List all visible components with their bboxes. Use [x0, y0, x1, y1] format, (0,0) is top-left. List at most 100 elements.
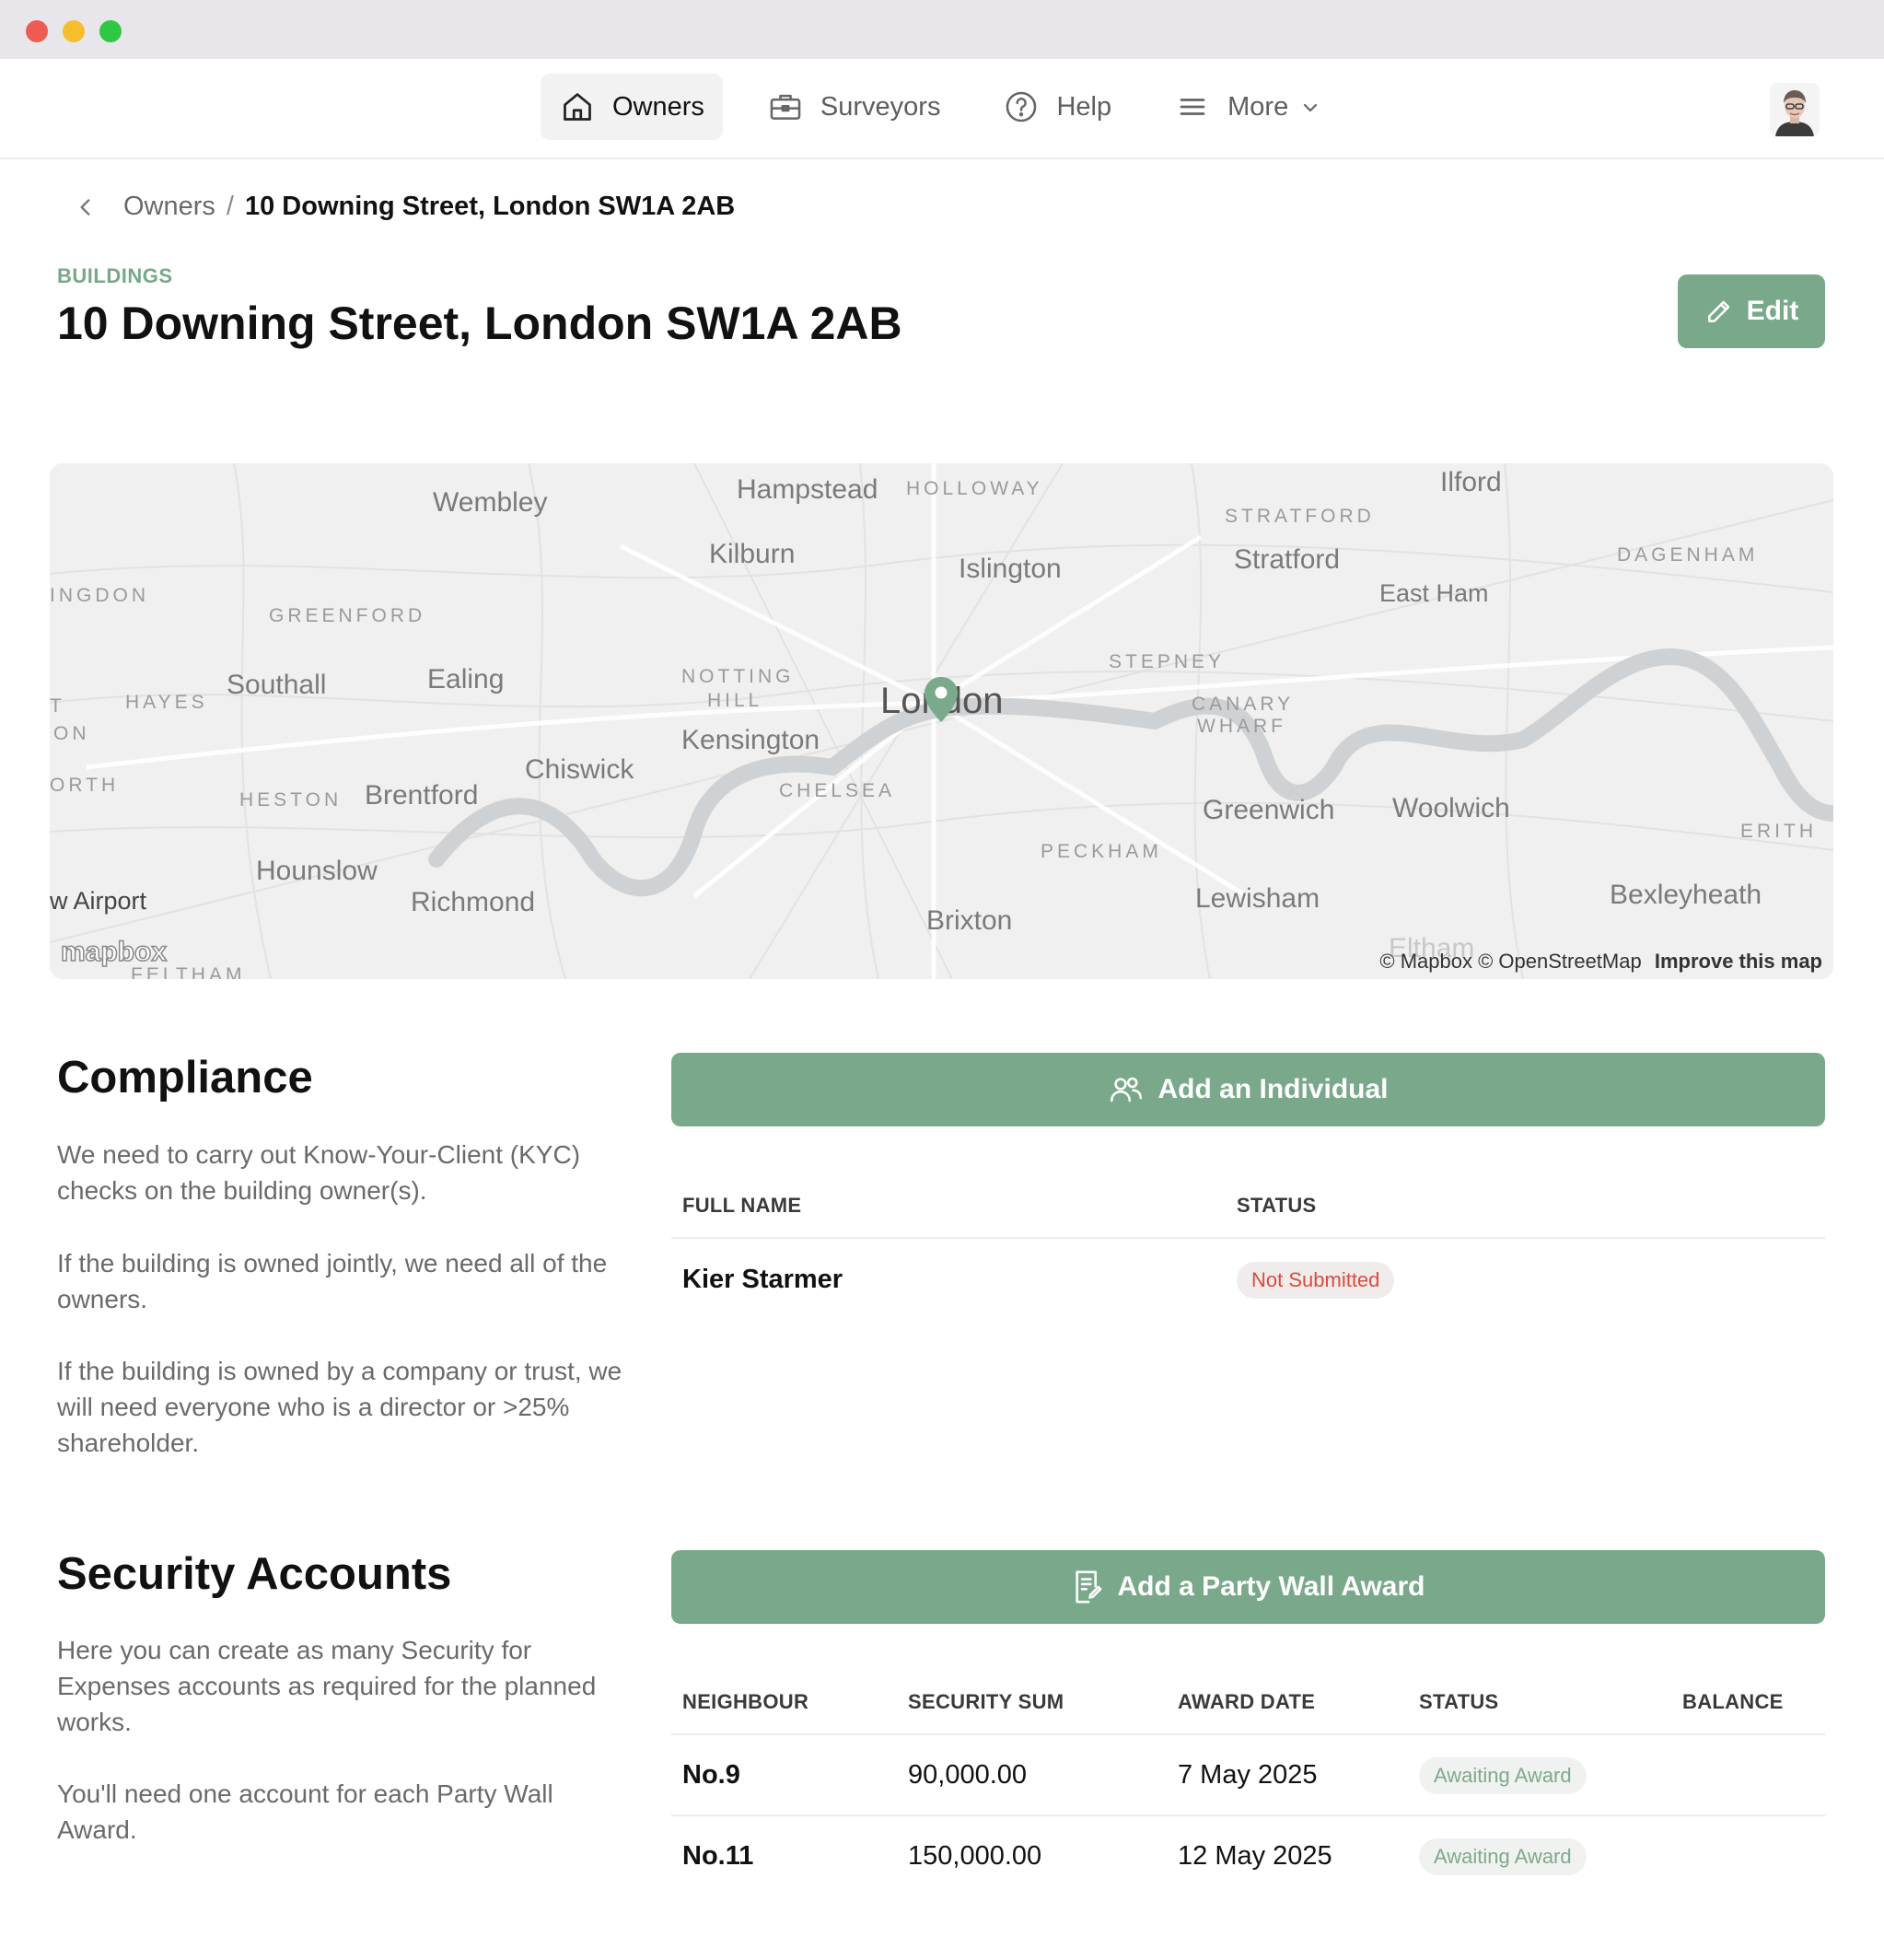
improve-map-link[interactable]: Improve this map	[1655, 950, 1822, 973]
status-badge: Awaiting Award	[1419, 1838, 1587, 1875]
map-label-woolwich: Woolwich	[1392, 793, 1510, 823]
column-header-security-sum: SECURITY SUM	[908, 1690, 1064, 1713]
table-divider	[671, 1237, 1825, 1239]
table-divider	[671, 1814, 1825, 1816]
column-header-neighbour: NEIGHBOUR	[682, 1690, 809, 1713]
add-individual-label: Add an Individual	[1157, 1074, 1389, 1104]
mapbox-logo[interactable]: mapbox	[60, 936, 168, 968]
menu-icon	[1174, 88, 1211, 125]
users-icon	[1111, 1077, 1143, 1102]
map-label-kensington: Kensington	[681, 725, 820, 755]
home-icon	[559, 88, 596, 125]
status-badge: Awaiting Award	[1419, 1757, 1587, 1794]
individual-name[interactable]: Kier Starmer	[682, 1265, 843, 1295]
breadcrumb-current: 10 Downing Street, London SW1A 2AB	[244, 192, 736, 221]
column-header-status: STATUS	[1237, 1194, 1317, 1217]
map-label-islington: Islington	[959, 554, 1062, 584]
map-label-lewisham: Lewisham	[1195, 883, 1320, 914]
status-badge: Not Submitted	[1237, 1262, 1395, 1299]
nav-label-owners: Owners	[612, 91, 704, 122]
location-map[interactable]: Wembley Hampstead HOLLOWAY Ilford Kilbur…	[50, 463, 1833, 979]
help-circle-icon	[1003, 88, 1040, 125]
map-label-brentford: Brentford	[365, 780, 479, 811]
map-label-hampstead: Hampstead	[737, 474, 878, 505]
map-label-dagenham: DAGENHAM	[1617, 544, 1759, 566]
map-label-hill: HILL	[707, 690, 763, 711]
nav-item-owners[interactable]: Owners	[541, 74, 723, 140]
page-title: 10 Downing Street, London SW1A 2AB	[57, 298, 902, 349]
map-label-chelsea: CHELSEA	[779, 780, 896, 801]
map-label-wharf: WHARF	[1197, 716, 1286, 737]
map-label-stratford-caps: STRATFORD	[1225, 506, 1375, 527]
map-label-orth: ORTH	[50, 775, 120, 796]
nav-label-more: More	[1227, 91, 1289, 122]
map-label-east-ham: East Ham	[1379, 579, 1489, 607]
chevron-left-icon[interactable]	[74, 193, 101, 221]
neighbour-name[interactable]: No.11	[682, 1841, 753, 1872]
edit-button-label: Edit	[1746, 296, 1799, 326]
compliance-paragraph: If the building is owned jointly, we nee…	[57, 1249, 608, 1313]
compliance-title: Compliance	[57, 1053, 313, 1102]
nav-items: Owners Surveyors Help More	[541, 74, 1366, 140]
map-label-t: T	[50, 695, 65, 717]
title-bar	[0, 0, 1884, 59]
nav-item-help[interactable]: Help	[984, 74, 1130, 140]
breadcrumb: Owners / 10 Downing Street, London SW1A …	[74, 192, 735, 222]
map-label-holloway: HOLLOWAY	[906, 478, 1043, 499]
map-label-ilford: Ilford	[1440, 467, 1502, 497]
table-divider	[671, 1733, 1825, 1735]
top-nav: Owners Surveyors Help More	[0, 59, 1884, 159]
minimize-window-button[interactable]	[63, 20, 85, 42]
map-label-erith: ERITH	[1740, 821, 1817, 842]
map-label-greenwich: Greenwich	[1203, 795, 1335, 825]
column-header-full-name: FULL NAME	[682, 1194, 802, 1217]
add-party-wall-award-label: Add a Party Wall Award	[1117, 1571, 1425, 1602]
map-attribution-text[interactable]: © Mapbox © OpenStreetMap	[1379, 950, 1641, 973]
map-label-wembley: Wembley	[433, 487, 548, 518]
edit-button[interactable]: Edit	[1678, 274, 1825, 348]
briefcase-icon	[767, 88, 804, 125]
pencil-icon	[1707, 300, 1729, 322]
map-label-bexleyheath: Bexleyheath	[1610, 880, 1762, 910]
map-label-ealing: Ealing	[427, 664, 505, 694]
map-label-hayes: HAYES	[125, 692, 208, 713]
map-label-stepney: STEPNEY	[1109, 651, 1226, 672]
map-label-brixton: Brixton	[926, 905, 1013, 936]
nav-item-more[interactable]: More	[1156, 74, 1340, 140]
map-attribution: © Mapbox © OpenStreetMap Improve this ma…	[1379, 950, 1822, 974]
add-individual-button[interactable]: Add an Individual	[671, 1053, 1825, 1126]
compliance-paragraph: We need to carry out Know-Your-Client (K…	[57, 1140, 581, 1205]
award-date: 7 May 2025	[1178, 1760, 1318, 1790]
page-eyebrow: BUILDINGS	[57, 264, 173, 287]
award-date: 12 May 2025	[1178, 1841, 1332, 1871]
breadcrumb-separator: /	[226, 192, 234, 221]
close-window-button[interactable]	[26, 20, 48, 42]
location-pin-icon[interactable]	[922, 675, 960, 725]
map-label-chiswick: Chiswick	[525, 754, 634, 785]
map-label-on: ON	[53, 723, 90, 744]
breadcrumb-owners-link[interactable]: Owners	[123, 192, 215, 222]
map-label-canary: CANARY	[1192, 694, 1295, 715]
document-icon	[1075, 1570, 1101, 1604]
map-label-ingdon: INGDON	[50, 585, 149, 606]
maximize-window-button[interactable]	[99, 20, 122, 42]
add-party-wall-award-button[interactable]: Add a Party Wall Award	[671, 1550, 1825, 1624]
column-header-balance: BALANCE	[1682, 1690, 1784, 1713]
column-header-award-date: AWARD DATE	[1178, 1690, 1316, 1713]
user-avatar[interactable]	[1770, 83, 1820, 136]
security-paragraph: Here you can create as many Security for…	[57, 1636, 597, 1736]
security-sum: 90,000.00	[908, 1760, 1028, 1790]
app-window: Owners Surveyors Help More Owners / 10 D…	[0, 0, 1884, 1960]
chevron-down-icon	[1299, 96, 1321, 118]
map-label-hounslow: Hounslow	[256, 856, 378, 886]
map-label-airport: w Airport	[50, 887, 147, 915]
map-label-notting: NOTTING	[681, 666, 795, 687]
nav-label-surveyors: Surveyors	[820, 91, 941, 122]
map-label-southall: Southall	[227, 670, 327, 700]
neighbour-name[interactable]: No.9	[682, 1760, 740, 1791]
security-accounts-title: Security Accounts	[57, 1549, 452, 1599]
nav-item-surveyors[interactable]: Surveyors	[749, 74, 959, 140]
map-label-greenford: GREENFORD	[269, 605, 426, 626]
compliance-paragraph: If the building is owned by a company or…	[57, 1357, 622, 1457]
column-header-status: STATUS	[1419, 1690, 1499, 1713]
